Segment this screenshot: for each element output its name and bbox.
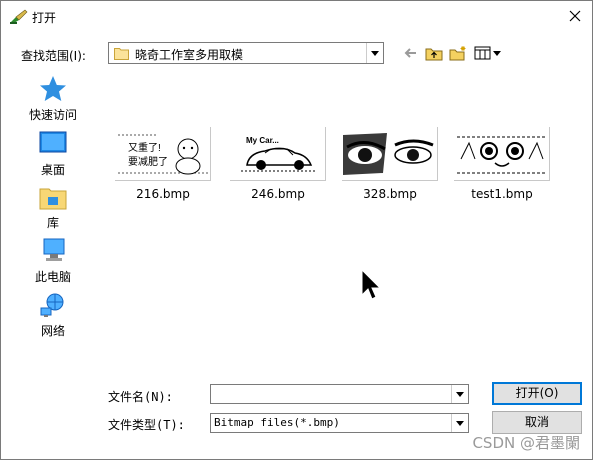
chevron-down-icon[interactable] (451, 414, 468, 432)
close-icon (569, 10, 581, 22)
file-thumbnail (342, 127, 438, 181)
place-network[interactable]: 网络 (21, 289, 85, 339)
up-folder-button[interactable] (423, 43, 445, 63)
filetype-label: 文件类型(T): (108, 418, 185, 432)
lookin-label: 查找范围(I): (21, 49, 86, 63)
close-button[interactable] (564, 5, 586, 27)
open-button[interactable]: 打开(O) (492, 382, 582, 405)
place-library[interactable]: 库 (21, 181, 85, 231)
place-quick-access[interactable]: 快速访问 (21, 73, 85, 123)
library-folder-icon (37, 181, 69, 213)
chevron-down-icon[interactable] (451, 385, 468, 403)
back-button[interactable] (399, 43, 421, 63)
filename-label: 文件名(N): (108, 390, 173, 404)
cancel-button[interactable]: 取消 (492, 411, 582, 434)
thumb-text: 要减肥了 (128, 156, 168, 168)
place-desktop[interactable]: 桌面 (21, 128, 85, 178)
view-menu-button[interactable] (473, 43, 503, 63)
star-icon (37, 73, 69, 105)
back-arrow-icon (404, 48, 416, 58)
chevron-down-icon[interactable] (366, 43, 383, 63)
file-item[interactable]: 又重了! 要减肥了 216.bmp (115, 127, 211, 201)
filetype-value: Bitmap files(*.bmp) (214, 416, 340, 429)
thumb-text: 又重了! (128, 141, 161, 154)
watermark: CSDN @君墨闌 (472, 434, 580, 452)
desktop-icon (37, 128, 69, 160)
file-item[interactable]: test1.bmp (454, 127, 550, 201)
folder-icon (114, 46, 129, 60)
up-folder-icon (425, 48, 443, 61)
lookin-dropdown[interactable]: 晓奇工作室多用取模 (108, 42, 384, 64)
file-thumbnail (454, 127, 550, 181)
place-label: 快速访问 (28, 108, 77, 122)
place-label: 库 (46, 216, 59, 230)
thumb-text: My Car... (246, 136, 279, 145)
file-item[interactable]: My Car... 246.bmp (230, 127, 326, 201)
file-thumbnail: My Car... (230, 127, 326, 181)
filetype-dropdown[interactable]: Bitmap files(*.bmp) (210, 413, 469, 433)
place-label: 桌面 (40, 163, 65, 177)
app-brush-icon (10, 9, 28, 24)
file-name: test1.bmp (471, 187, 533, 201)
place-this-pc[interactable]: 此电脑 (21, 235, 85, 285)
new-folder-button[interactable] (447, 43, 469, 63)
view-menu-icon (474, 46, 501, 60)
new-folder-icon (449, 46, 466, 61)
title-bar: 打开 (1, 1, 592, 31)
file-thumbnail: 又重了! 要减肥了 (115, 127, 211, 181)
computer-icon (37, 235, 69, 267)
file-item[interactable]: 328.bmp (342, 127, 438, 201)
place-label: 此电脑 (34, 270, 71, 284)
place-label: 网络 (40, 324, 65, 338)
file-name: 246.bmp (251, 187, 305, 201)
open-file-dialog: 打开 查找范围(I): 晓奇工作室多用取模 快速访问 桌面 库 此电脑 网络 又… (0, 0, 593, 460)
file-name: 328.bmp (363, 187, 417, 201)
window-title: 打开 (32, 11, 57, 25)
filename-input[interactable] (210, 384, 469, 404)
mouse-cursor-icon (361, 268, 382, 304)
file-name: 216.bmp (136, 187, 190, 201)
lookin-value: 晓奇工作室多用取模 (135, 48, 244, 62)
network-icon (37, 289, 69, 321)
